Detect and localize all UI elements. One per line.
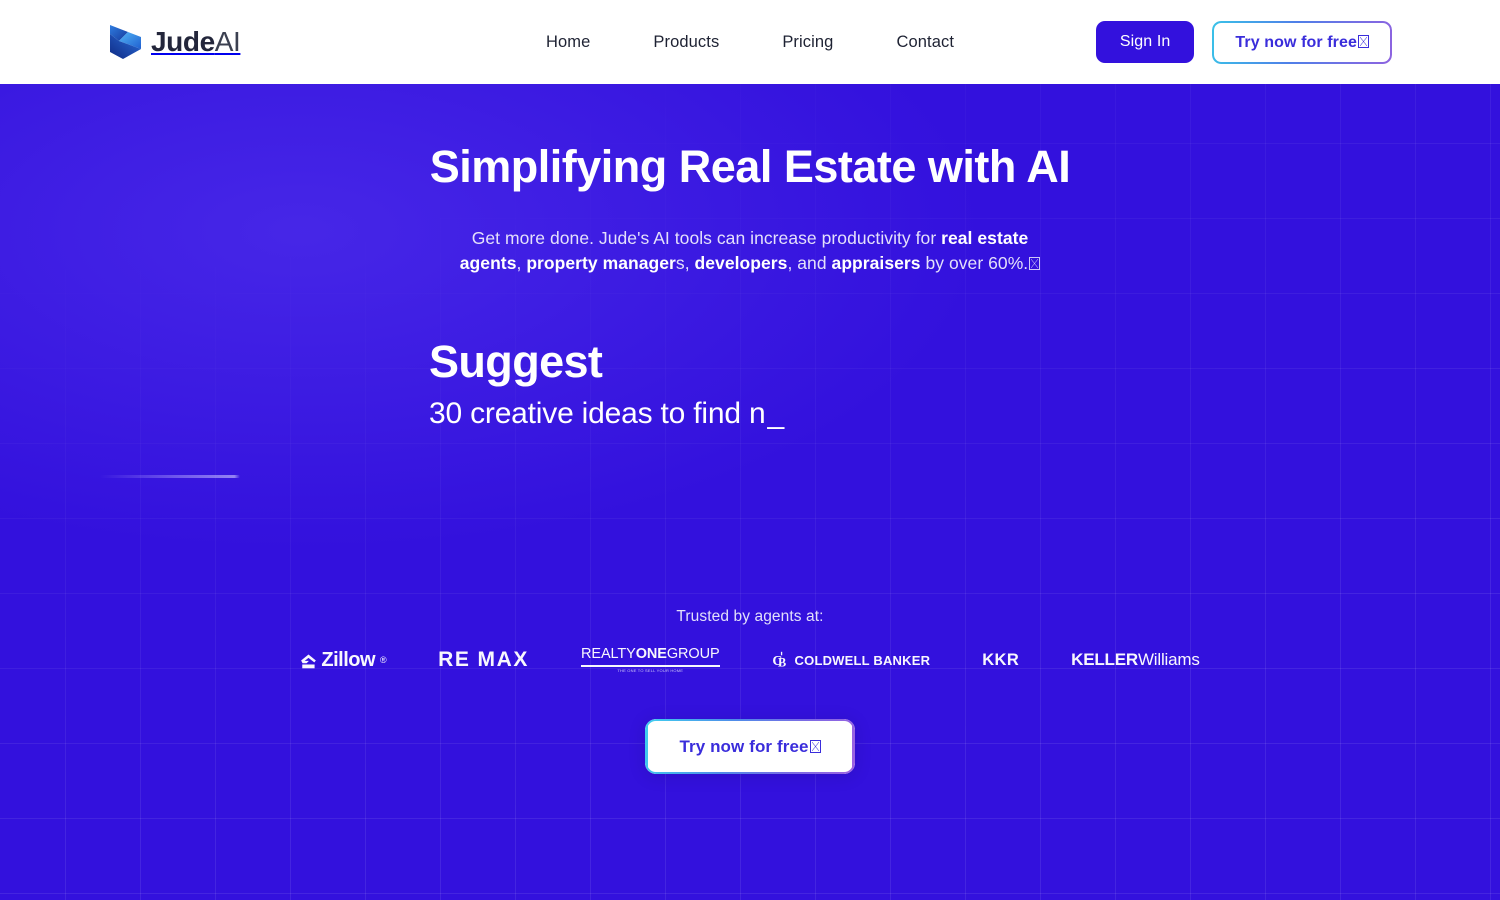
williams-light: Williams — [1137, 650, 1200, 669]
nav-item-contact[interactable]: Contact — [896, 33, 954, 52]
nav-item-home[interactable]: Home — [546, 33, 590, 52]
realty-one-thin-b: GROUP — [666, 646, 720, 663]
typewriter-text: 30 creative ideas to find n — [429, 397, 766, 431]
trusted-by-section: Trusted by agents at: Zillow ® RE MAX RE… — [0, 608, 1500, 675]
logo-kkr: KKR — [956, 645, 1045, 675]
realty-one-divider — [581, 664, 720, 667]
hero-try-now-label: Try now for free — [679, 737, 809, 756]
subtitle-text-4: , and — [787, 252, 832, 273]
hero-subtitle: Get more done. Jude's AI tools can incre… — [450, 226, 1050, 275]
kkr-wordmark: KKR — [982, 650, 1020, 669]
header-try-now-for-free-button[interactable]: Try now for free — [1212, 20, 1392, 64]
logo-coldwell-banker: C B COLDWELL BANKER — [746, 645, 957, 675]
missing-glyph-icon — [809, 740, 821, 753]
brand-name-light: AI — [214, 26, 241, 57]
subtitle-bold-4: appraisers — [831, 252, 921, 273]
brand-name-bold: Jude — [151, 26, 215, 57]
subtitle-text-1: Get more done. Jude's AI tools can incre… — [471, 228, 942, 248]
typewriter-heading: Suggest — [429, 336, 603, 387]
hero-section: Simplifying Real Estate with AI Get more… — [0, 84, 1500, 900]
main-navigation: Home Products Pricing Contact — [546, 33, 954, 52]
typewriter-caret: _ — [767, 397, 784, 431]
subtitle-text-2: , — [516, 252, 527, 273]
subtitle-text-5: by over 60%. — [920, 252, 1029, 273]
missing-glyph-icon — [1358, 34, 1369, 48]
nav-item-pricing[interactable]: Pricing — [782, 33, 833, 52]
missing-glyph-icon — [1029, 256, 1041, 270]
hero-title: Simplifying Real Estate with AI — [429, 141, 1071, 192]
subtitle-bold-3: developers — [694, 252, 788, 273]
trusted-by-label: Trusted by agents at: — [676, 608, 824, 625]
svg-text:B: B — [778, 656, 786, 669]
keller-bold: KELLER — [1071, 650, 1138, 669]
zillow-house-icon — [301, 654, 317, 668]
nav-item-products[interactable]: Products — [653, 33, 719, 52]
logo-remax: RE MAX — [412, 645, 555, 675]
sign-in-button[interactable]: Sign In — [1095, 21, 1195, 63]
coldwell-banker-cb-icon: C B — [772, 651, 786, 669]
remax-part-b: MAX — [477, 648, 530, 671]
realty-one-thin-a: REALTY — [581, 646, 636, 663]
header-try-now-label: Try now for free — [1235, 33, 1357, 51]
zillow-wordmark: Zillow — [321, 648, 376, 671]
typewriter-line: 30 creative ideas to find n_ — [429, 397, 1129, 430]
coldwell-banker-wordmark: COLDWELL BANKER — [794, 652, 931, 668]
logo-realty-one-group: REALTYONEGROUP THE ONE TO SELL YOUR HOME — [555, 645, 746, 675]
hero-try-now-for-free-button[interactable]: Try now for free — [645, 719, 855, 774]
subtitle-bold-2: property manager — [526, 252, 676, 273]
logo-zillow: Zillow ® — [274, 645, 412, 675]
typewriter-block: Suggest 30 creative ideas to find n_ — [429, 336, 1129, 431]
judeai-arrow-logo-icon — [110, 25, 141, 59]
site-header: Jude AI Home Products Pricing Contact Sig… — [0, 0, 1500, 84]
hero-cta-wrapper: Try now for free — [0, 719, 1500, 774]
logo-keller-williams: KELLERWilliams — [1045, 645, 1225, 675]
brand-logo-link[interactable]: Jude AI — [108, 23, 241, 61]
remax-part-a: RE — [438, 648, 471, 671]
trusted-logo-row: Zillow ® RE MAX REALTYONEGROUP THE ONE TO … — [0, 645, 1500, 675]
subtitle-text-3: s, — [675, 252, 695, 273]
realty-one-thick: ONE — [635, 646, 667, 663]
brand-name: Jude AI — [151, 26, 241, 57]
header-actions: Sign In Try now for free — [1095, 20, 1392, 64]
realty-one-tagline: THE ONE TO SELL YOUR HOME — [617, 667, 684, 673]
zillow-registered-mark: ® — [380, 655, 387, 665]
